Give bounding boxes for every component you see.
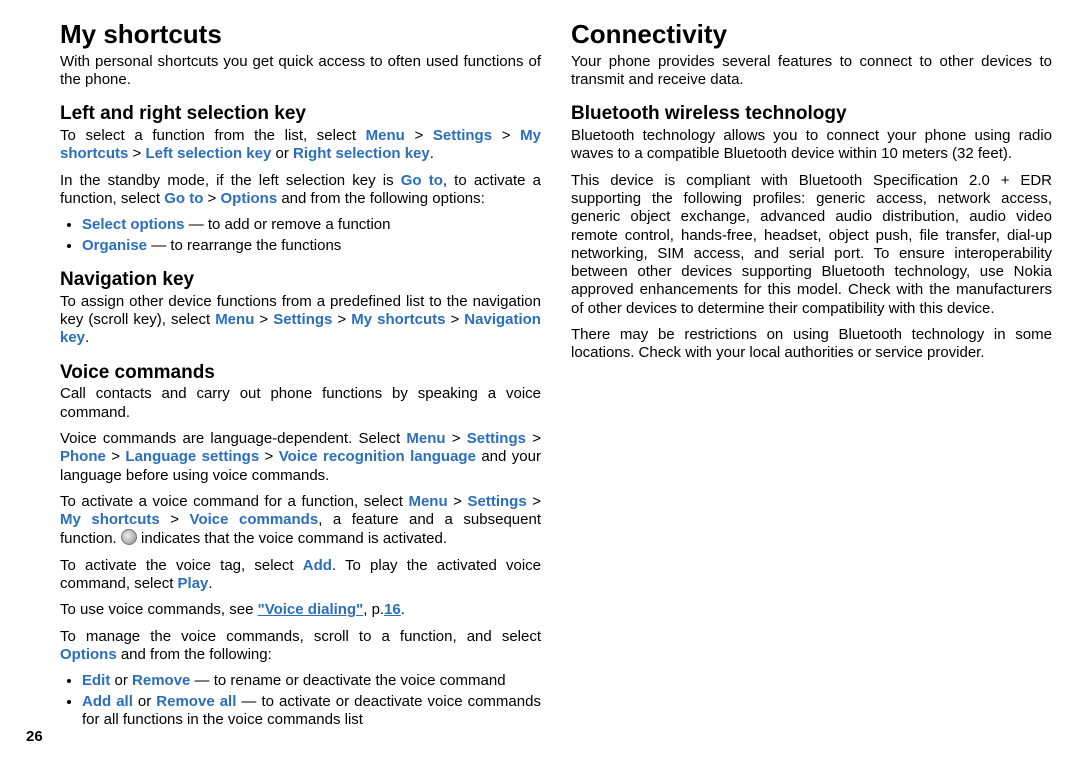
bt-p1: Bluetooth technology allows you to conne… <box>571 127 1052 164</box>
vc-manage-list: Edit or Remove — to rename or deactivate… <box>60 672 541 729</box>
heading-my-shortcuts: My shortcuts <box>60 20 541 49</box>
text: — to rearrange the functions <box>147 237 341 254</box>
text: To activate the voice tag, select <box>60 557 303 574</box>
voice-command-active-icon <box>121 529 137 545</box>
text: > <box>448 493 468 510</box>
select-options-label: Select options <box>82 216 185 233</box>
voice-dialing-link[interactable]: "Voice dialing" <box>258 601 364 618</box>
heading-voice-commands: Voice commands <box>60 362 541 384</box>
heading-lr-selection-key: Left and right selection key <box>60 103 541 125</box>
text: > <box>492 127 520 144</box>
heading-connectivity: Connectivity <box>571 20 1052 49</box>
text: or <box>133 693 156 710</box>
text: > <box>128 145 145 162</box>
shortcuts-intro: With personal shortcuts you get quick ac… <box>60 53 541 90</box>
heading-bluetooth: Bluetooth wireless technology <box>571 103 1052 125</box>
settings-label: Settings <box>273 311 332 328</box>
settings-label: Settings <box>468 493 527 510</box>
content-columns: My shortcuts With personal shortcuts you… <box>60 20 1052 740</box>
text: — to rename or deactivate the voice comm… <box>190 672 505 689</box>
connectivity-intro: Your phone provides several features to … <box>571 53 1052 90</box>
text: > <box>446 430 467 447</box>
settings-label: Settings <box>433 127 492 144</box>
text: . <box>401 601 405 618</box>
voice-recognition-language-label: Voice recognition language <box>279 448 476 465</box>
text: > <box>254 311 273 328</box>
text: or <box>110 672 132 689</box>
nav-key-path: To assign other device functions from a … <box>60 293 541 348</box>
text: > <box>405 127 433 144</box>
text: Voice commands are language-dependent. S… <box>60 430 406 447</box>
lr-key-options-list: Select options — to add or remove a func… <box>60 216 541 255</box>
vc-intro: Call contacts and carry out phone functi… <box>60 385 541 422</box>
list-item: Add all or Remove all — to activate or d… <box>82 693 541 730</box>
menu-label: Menu <box>215 311 254 328</box>
phone-label: Phone <box>60 448 106 465</box>
add-label: Add <box>303 557 332 574</box>
organise-label: Organise <box>82 237 147 254</box>
text: To manage the voice commands, scroll to … <box>60 628 541 645</box>
bt-p3: There may be restrictions on using Bluet… <box>571 326 1052 363</box>
edit-label: Edit <box>82 672 110 689</box>
my-shortcuts-label: My shortcuts <box>351 311 445 328</box>
lr-key-select-path: To select a function from the list, sele… <box>60 127 541 164</box>
options-label: Options <box>60 646 117 663</box>
text: and from the following options: <box>277 190 485 207</box>
text: To use voice commands, see <box>60 601 258 618</box>
vc-language: Voice commands are language-dependent. S… <box>60 430 541 485</box>
text: > <box>526 430 541 447</box>
vc-see-link: To use voice commands, see "Voice dialin… <box>60 601 541 619</box>
add-all-label: Add all <box>82 693 133 710</box>
bt-p2: This device is compliant with Bluetooth … <box>571 172 1052 318</box>
go-to-label: Go to <box>401 172 443 189</box>
text: > <box>106 448 126 465</box>
right-selection-key-label: Right selection key <box>293 145 430 162</box>
heading-navigation-key: Navigation key <box>60 269 541 291</box>
text: and from the following: <box>117 646 272 663</box>
text: . <box>85 329 89 346</box>
text: . <box>430 145 434 162</box>
text: . <box>208 575 212 592</box>
vc-add-play: To activate the voice tag, select Add. T… <box>60 557 541 594</box>
vc-manage: To manage the voice commands, scroll to … <box>60 628 541 665</box>
menu-label: Menu <box>408 493 447 510</box>
text: , p. <box>363 601 384 618</box>
page-number: 26 <box>26 728 43 745</box>
page-link[interactable]: 16 <box>384 601 401 618</box>
text: > <box>527 493 541 510</box>
menu-label: Menu <box>366 127 405 144</box>
list-item: Edit or Remove — to rename or deactivate… <box>82 672 541 690</box>
vc-activate: To activate a voice command for a functi… <box>60 493 541 549</box>
remove-label: Remove <box>132 672 190 689</box>
my-shortcuts-label: My shortcuts <box>60 511 160 528</box>
list-item: Organise — to rearrange the functions <box>82 237 541 255</box>
language-settings-label: Language settings <box>125 448 259 465</box>
remove-all-label: Remove all <box>156 693 236 710</box>
text: In the standby mode, if the left selecti… <box>60 172 401 189</box>
list-item: Select options — to add or remove a func… <box>82 216 541 234</box>
settings-label: Settings <box>467 430 526 447</box>
options-label: Options <box>221 190 278 207</box>
text: > <box>332 311 351 328</box>
manual-page: 26 My shortcuts With personal shortcuts … <box>0 0 1080 779</box>
text: > <box>203 190 220 207</box>
text: > <box>160 511 190 528</box>
menu-label: Menu <box>406 430 445 447</box>
text: indicates that the voice command is acti… <box>137 530 447 547</box>
text: or <box>271 145 293 162</box>
text: — to add or remove a function <box>185 216 391 233</box>
text: To select a function from the list, sele… <box>60 127 366 144</box>
go-to-label: Go to <box>164 190 203 207</box>
text: > <box>259 448 279 465</box>
lr-key-goto: In the standby mode, if the left selecti… <box>60 172 541 209</box>
text: To activate a voice command for a functi… <box>60 493 408 510</box>
text: > <box>445 311 464 328</box>
play-label: Play <box>178 575 209 592</box>
left-selection-key-label: Left selection key <box>145 145 271 162</box>
voice-commands-label: Voice commands <box>190 511 319 528</box>
